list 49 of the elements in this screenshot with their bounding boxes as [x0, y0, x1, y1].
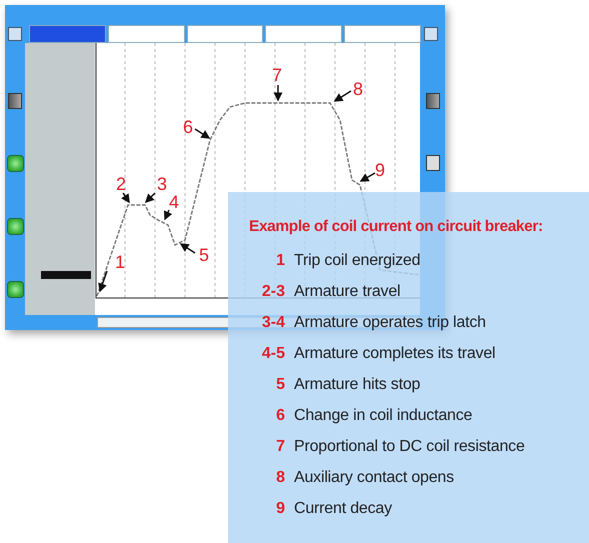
step-description: Armature completes its travel — [294, 344, 496, 362]
step-description: Current decay — [294, 500, 393, 518]
callout-number: 1 — [115, 252, 126, 272]
step-number: 2-3 — [260, 282, 285, 300]
step-description: Auxiliary contact opens — [294, 468, 455, 486]
leader-line — [180, 243, 196, 254]
callout-number: 9 — [375, 160, 386, 180]
legend-title: Example of coil current on circuit breaker: — [249, 218, 544, 236]
callout-number: 3 — [157, 174, 168, 194]
step-number: 4-5 — [260, 344, 285, 362]
step-description: Armature hits stop — [294, 376, 422, 394]
callout-number: 7 — [272, 65, 282, 85]
step-description: Armature operates trip latch — [294, 314, 487, 332]
tab[interactable] — [344, 25, 421, 43]
callout-number: 8 — [353, 79, 364, 99]
readout-block — [41, 271, 91, 279]
callout-number: 2 — [116, 174, 126, 194]
step-number: 9 — [275, 500, 285, 518]
callout-number: 6 — [183, 117, 194, 137]
tab[interactable] — [265, 25, 342, 43]
leader-line — [164, 210, 172, 220]
round-button-icon[interactable] — [6, 218, 24, 235]
window-icon[interactable] — [424, 27, 438, 41]
tab[interactable] — [29, 25, 106, 43]
round-button-icon[interactable] — [6, 155, 24, 172]
step-description: Trip coil energized — [294, 252, 422, 270]
step-description: Change in coil inductance — [294, 406, 474, 424]
step-number: 1 — [275, 252, 285, 270]
step-number: 8 — [275, 468, 285, 486]
leader-line — [360, 172, 376, 182]
callout-number: 4 — [169, 192, 180, 212]
step-number: 3-4 — [260, 314, 285, 332]
window-icon[interactable] — [8, 27, 22, 41]
step-description: Armature travel — [294, 282, 402, 300]
callout-number: 5 — [199, 245, 210, 265]
leader-line — [194, 128, 210, 139]
step-number: 5 — [275, 376, 285, 394]
leader-line — [274, 85, 282, 102]
step-number: 7 — [275, 438, 285, 456]
step-description: Proportional to DC coil resistance — [294, 438, 526, 456]
leader-line — [334, 90, 352, 102]
tab[interactable] — [108, 25, 185, 43]
round-button-icon[interactable] — [6, 281, 24, 298]
page-icon[interactable] — [426, 155, 440, 171]
leader-line — [98, 270, 108, 292]
leader-line — [144, 192, 156, 204]
leader-line — [121, 192, 130, 204]
tab[interactable] — [186, 25, 264, 43]
step-number: 6 — [275, 406, 285, 424]
